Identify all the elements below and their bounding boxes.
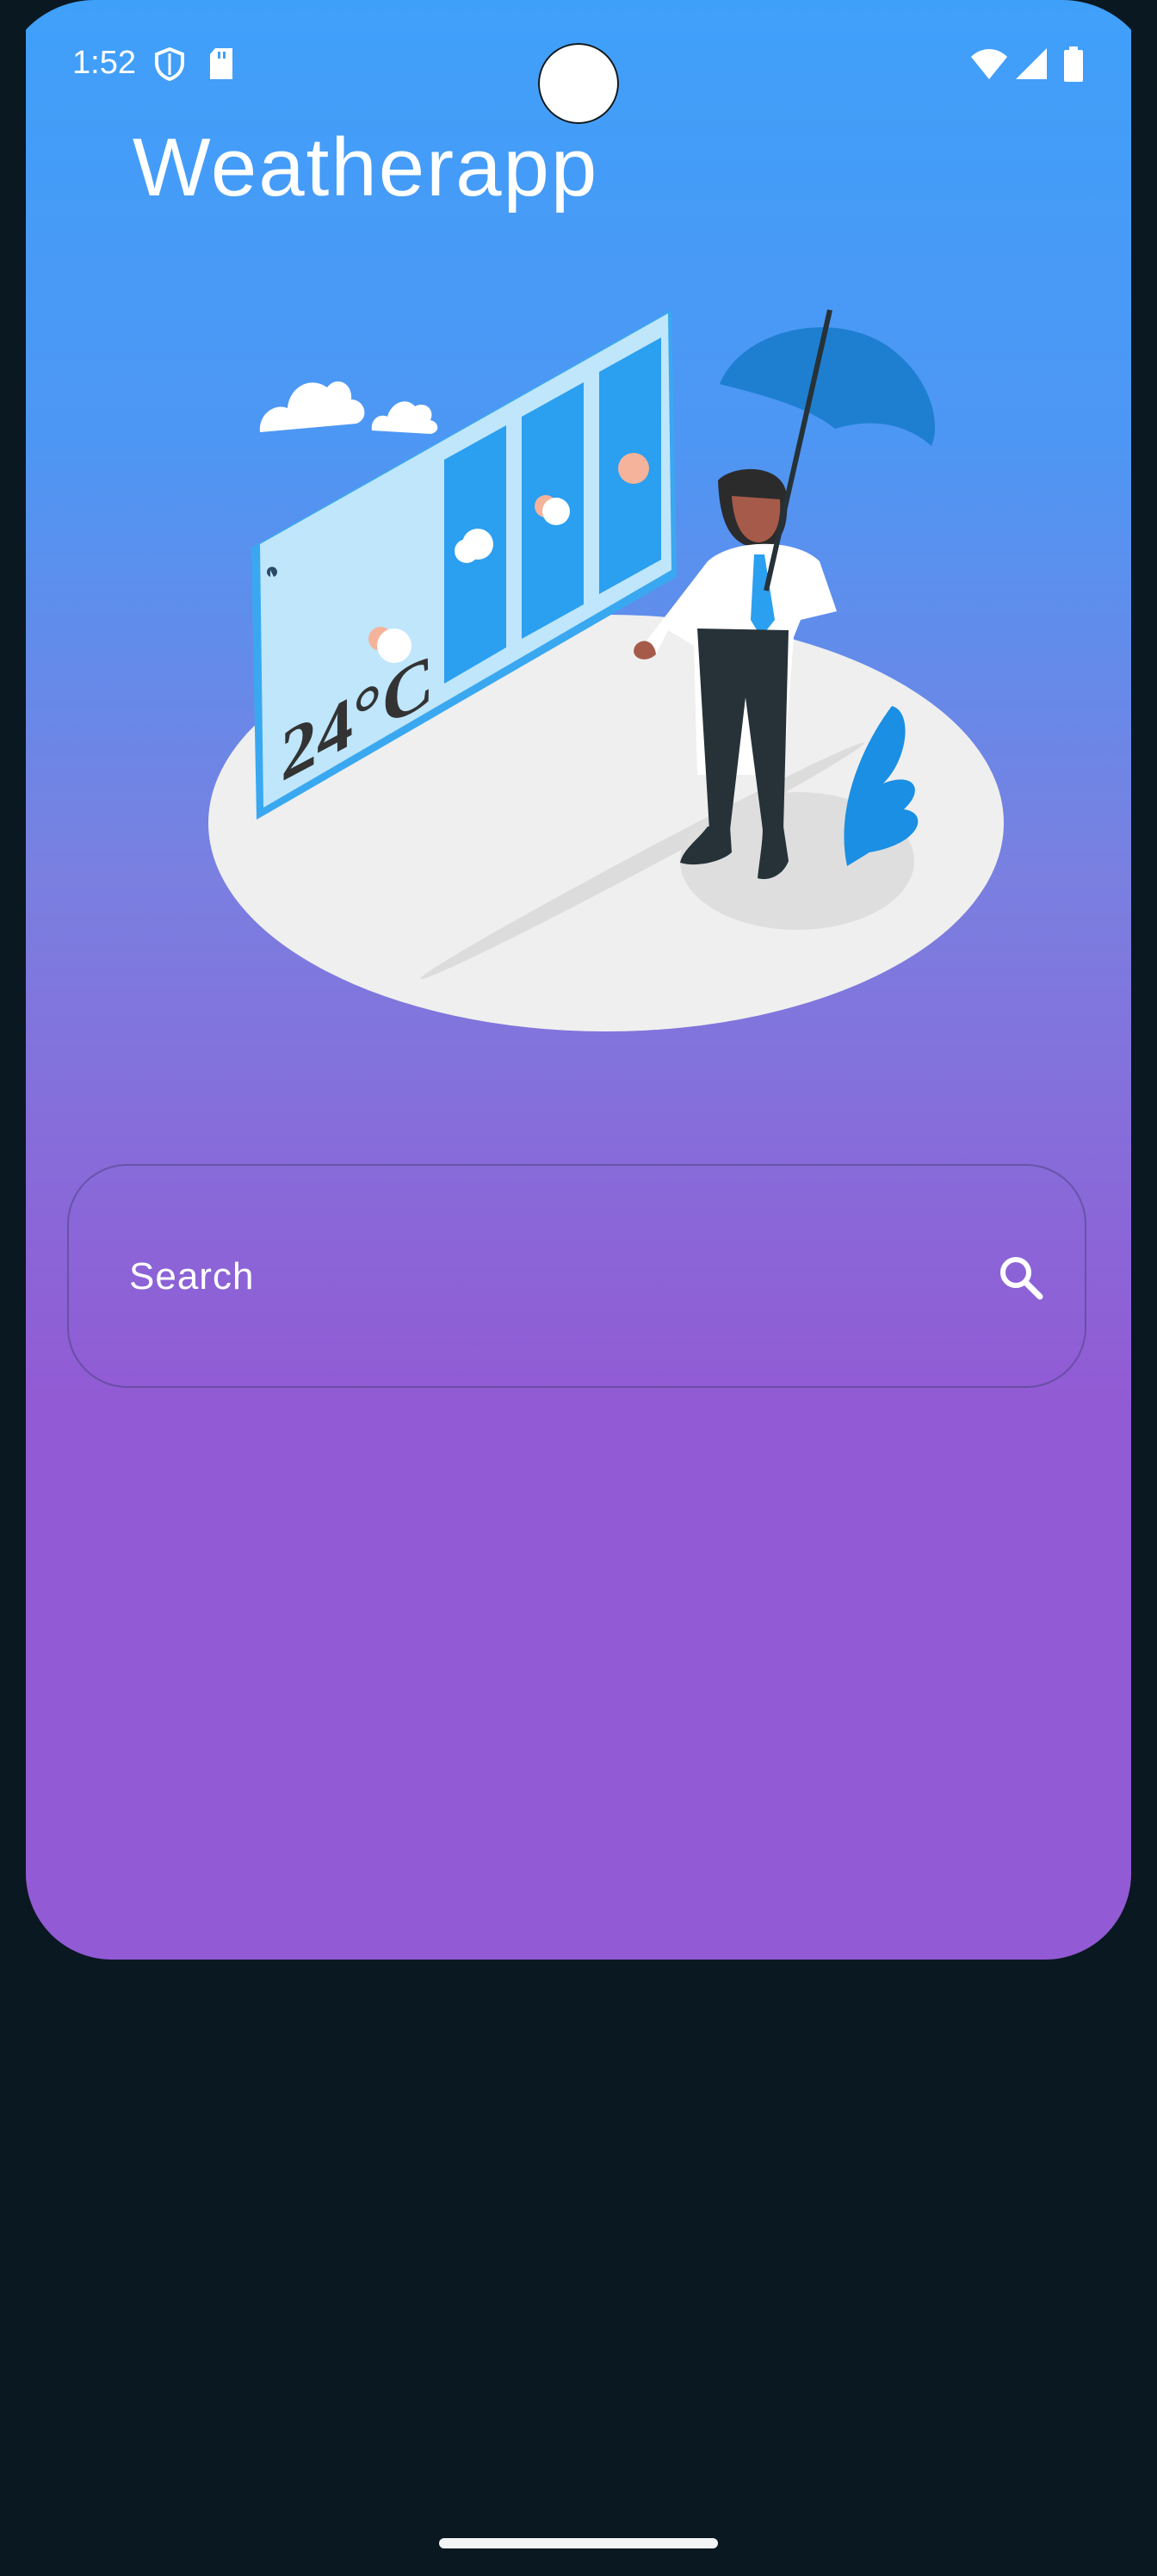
- search-icon[interactable]: [995, 1252, 1047, 1308]
- camera-cutout: [538, 43, 619, 124]
- app-title: Weatherapp: [133, 121, 599, 214]
- search-placeholder[interactable]: Search: [129, 1255, 254, 1298]
- search-field[interactable]: Search: [67, 1164, 1086, 1388]
- phone-frame: 1:52 Weatherapp 24°C Search: [0, 0, 1157, 2576]
- weather-illustration: 24°C: [181, 293, 1007, 1055]
- status-time: 1:52: [72, 45, 136, 81]
- home-indicator[interactable]: [439, 2538, 718, 2548]
- sd-card-icon: [208, 46, 234, 85]
- battery-icon: [1062, 46, 1085, 87]
- shield-icon: [153, 46, 186, 85]
- wifi-icon: [969, 46, 1009, 85]
- app-screen: 1:52 Weatherapp 24°C Search: [26, 0, 1131, 1960]
- cloud-icon: [259, 381, 365, 432]
- sun-icon: [618, 453, 649, 484]
- status-bar: 1:52: [26, 0, 1131, 129]
- signal-icon: [1014, 46, 1049, 85]
- cloud-icon: [371, 401, 438, 434]
